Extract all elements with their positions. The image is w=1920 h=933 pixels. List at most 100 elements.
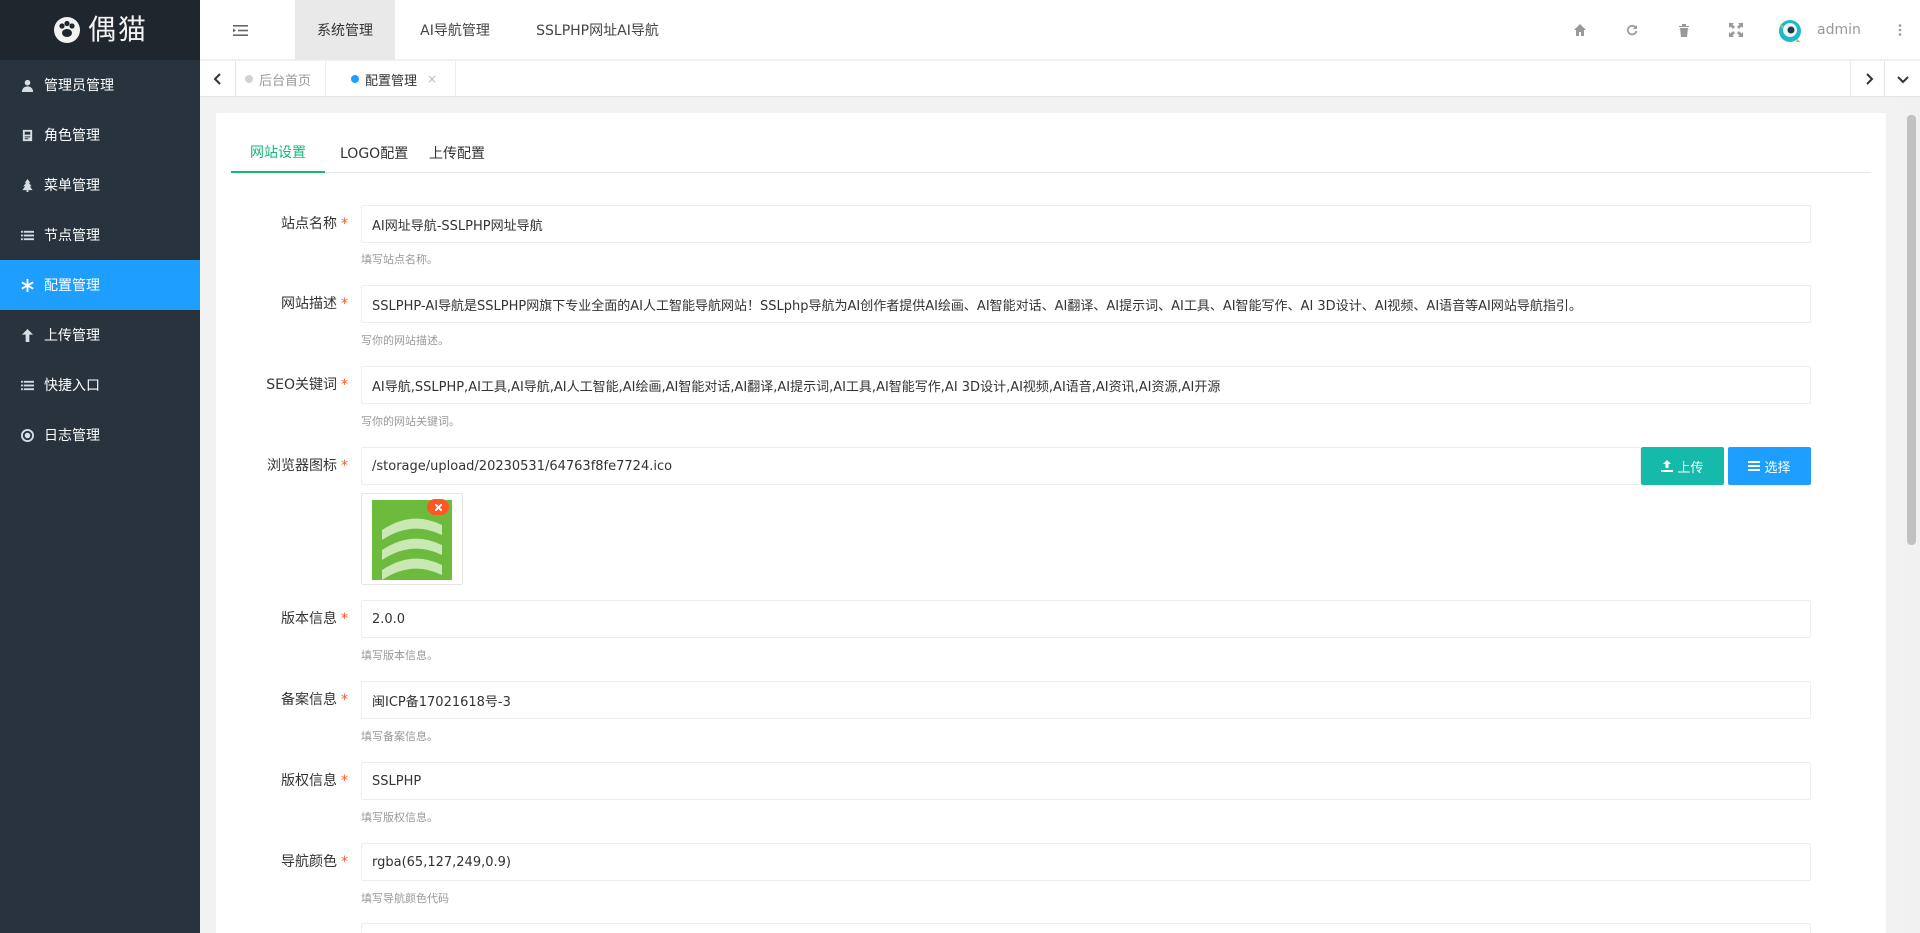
icp-label: 备案信息 *	[216, 681, 348, 719]
sidebar: 偶猫 管理员管理 角色管理 菜单管理 节点管理 配置管理 上传管理 快捷入口 日…	[0, 0, 200, 933]
tab-label: 网站设置	[250, 145, 306, 161]
arrow-up-icon	[20, 328, 34, 342]
chevron-left-icon	[213, 73, 221, 85]
nav-color-label: 导航颜色 *	[216, 843, 348, 881]
required-mark: *	[341, 692, 348, 708]
home-button[interactable]	[1560, 0, 1600, 60]
site-name-label: 站点名称 *	[216, 205, 348, 243]
page-tab-label: 后台首页	[259, 73, 312, 89]
top-header: 系统管理 AI导航管理 SSLPHP网址AI导航 admin	[200, 0, 1920, 60]
required-mark: *	[341, 854, 348, 870]
label-text: 站点名称	[281, 216, 337, 232]
nav-color-hint: 填写导航颜色代码	[361, 892, 449, 905]
list-icon	[20, 378, 34, 392]
sidebar-item-label: 配置管理	[44, 278, 100, 294]
version-input[interactable]: 2.0.0	[361, 600, 1811, 638]
sidebar-toggle-button[interactable]	[220, 0, 260, 60]
page-tab-config[interactable]: 配置管理 ×	[350, 61, 457, 97]
menu-fold-icon	[232, 24, 248, 36]
sidebar-item-label: 角色管理	[44, 128, 100, 144]
id-card-icon	[20, 128, 34, 142]
tab-logo-config[interactable]: LOGO配置	[326, 133, 422, 173]
tabs-scroll-right-button[interactable]	[1850, 61, 1886, 97]
seo-keywords-hint: 写你的网站关键词。	[361, 415, 460, 428]
sidebar-item-menu[interactable]: 菜单管理	[0, 160, 200, 210]
sidebar-item-node[interactable]: 节点管理	[0, 210, 200, 260]
logo[interactable]: 偶猫	[0, 0, 200, 60]
more-vertical-icon	[1898, 24, 1902, 36]
sidebar-item-role[interactable]: 角色管理	[0, 110, 200, 160]
sidebar-item-label: 节点管理	[44, 228, 100, 244]
required-mark: *	[341, 773, 348, 789]
fullscreen-icon	[1729, 23, 1743, 37]
tab-upload-config[interactable]: 上传配置	[415, 133, 499, 173]
upload-label: 上传	[1677, 460, 1704, 476]
seo-keywords-input[interactable]: AI导航,SSLPHP,AI工具,AI导航,AI人工智能,AI绘画,AI智能对话…	[361, 366, 1811, 404]
site-desc-input[interactable]: SSLPHP-AI导航是SSLPHP网旗下专业全面的AI人工智能导航网站！SSL…	[361, 285, 1811, 323]
select-button[interactable]: 选择	[1728, 447, 1811, 485]
tabs-scroll-left-button[interactable]	[200, 61, 236, 97]
version-hint: 填写版本信息。	[361, 649, 438, 662]
required-mark: *	[341, 296, 348, 312]
site-name-hint: 填写站点名称。	[361, 253, 438, 266]
label-text: 版权信息	[281, 773, 337, 789]
refresh-icon	[1626, 24, 1638, 36]
config-card: 网站设置 LOGO配置 上传配置 站点名称 * AI网址导航-SSLPHP网址导航…	[216, 113, 1886, 933]
avatar	[1779, 20, 1801, 42]
trash-icon	[1679, 24, 1689, 37]
next-field-input[interactable]	[361, 923, 1811, 933]
user-menu[interactable]: admin	[1775, 0, 1861, 60]
header-tab-ai-nav[interactable]: AI导航管理	[405, 0, 505, 60]
nav-color-input[interactable]: rgba(65,127,249,0.9)	[361, 843, 1811, 881]
required-mark: *	[341, 377, 348, 393]
more-button[interactable]	[1890, 0, 1910, 60]
fullscreen-button[interactable]	[1716, 0, 1756, 60]
sidebar-item-config[interactable]: 配置管理	[0, 260, 200, 310]
header-tab-label: SSLPHP网址AI导航	[536, 23, 659, 39]
label-text: 导航颜色	[281, 854, 337, 870]
refresh-button[interactable]	[1612, 0, 1652, 60]
header-tab-label: AI导航管理	[420, 23, 490, 39]
version-label: 版本信息 *	[216, 600, 348, 638]
sidebar-item-admin[interactable]: 管理员管理	[0, 60, 200, 110]
chevron-right-icon	[1865, 73, 1873, 85]
page-tab-label: 配置管理	[365, 73, 418, 89]
tabs-dropdown-button[interactable]	[1884, 61, 1920, 97]
tab-label: LOGO配置	[340, 146, 409, 162]
required-mark: *	[341, 216, 348, 232]
required-mark: *	[341, 458, 348, 474]
required-mark: *	[341, 611, 348, 627]
favicon-label: 浏览器图标 *	[216, 447, 348, 485]
copyright-hint: 填写版权信息。	[361, 811, 438, 824]
upload-button[interactable]: 上传	[1641, 447, 1724, 485]
header-tab-system[interactable]: 系统管理	[295, 0, 395, 60]
sidebar-item-shortcut[interactable]: 快捷入口	[0, 360, 200, 410]
form-tabs: 网站设置 LOGO配置 上传配置	[231, 133, 1871, 173]
copyright-input[interactable]: SSLPHP	[361, 762, 1811, 800]
close-tab-icon[interactable]: ×	[427, 72, 437, 86]
sidebar-item-upload[interactable]: 上传管理	[0, 310, 200, 360]
gear-log-icon	[20, 428, 34, 442]
site-name-input[interactable]: AI网址导航-SSLPHP网址导航	[361, 205, 1811, 243]
seo-keywords-label: SEO关键词 *	[216, 366, 348, 404]
username: admin	[1817, 22, 1861, 38]
favicon-path-input[interactable]: /storage/upload/20230531/64763f8fe7724.i…	[361, 447, 1641, 485]
sidebar-item-label: 日志管理	[44, 428, 100, 444]
site-desc-label: 网站描述 *	[216, 285, 348, 323]
page-tab-home[interactable]: 后台首页	[245, 61, 327, 97]
close-icon	[434, 503, 442, 511]
label-text: 浏览器图标	[267, 458, 337, 474]
tree-icon	[20, 178, 34, 192]
select-label: 选择	[1764, 460, 1791, 476]
icp-input[interactable]: 闽ICP备17021618号-3	[361, 681, 1811, 719]
tab-site-settings[interactable]: 网站设置	[231, 133, 325, 173]
scrollbar-thumb[interactable]	[1907, 115, 1916, 545]
remove-image-button[interactable]	[427, 499, 449, 515]
copyright-label: 版权信息 *	[216, 762, 348, 800]
sidebar-item-log[interactable]: 日志管理	[0, 410, 200, 460]
clear-cache-button[interactable]	[1664, 0, 1704, 60]
header-tab-sslphp-nav[interactable]: SSLPHP网址AI导航	[515, 0, 680, 60]
scrollbar[interactable]	[1903, 97, 1920, 933]
paw-logo-icon	[53, 17, 80, 43]
sidebar-item-label: 快捷入口	[44, 378, 100, 394]
